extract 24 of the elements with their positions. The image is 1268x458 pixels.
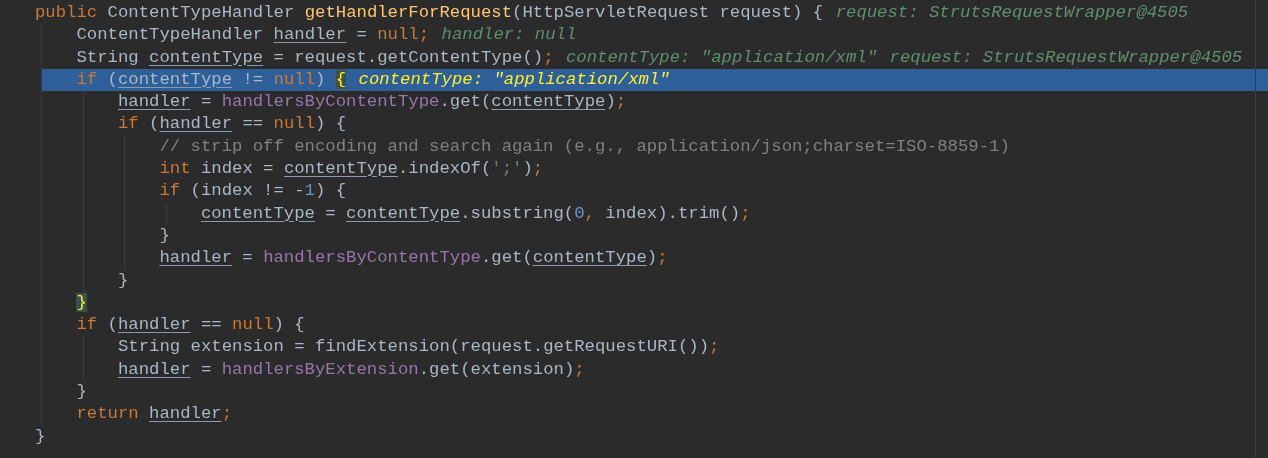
code-line: ContentTypeHandler handler = null; <box>76 24 430 47</box>
inline-value-hint: contentType: "application/xml" <box>565 46 878 69</box>
code-line: if (contentType != null) { <box>76 68 347 91</box>
inline-value-hint: request: StrutsRequestWrapper@4505 <box>889 46 1243 69</box>
code-line: public ContentTypeHandler getHandlerForRequest(HttpServletRequest request) { <box>35 2 824 24</box>
inline-value-hint: request: StrutsRequestWrapper@4505 <box>835 2 1189 24</box>
code-line: handler = handlersByContentType.get(contentType); <box>159 247 668 270</box>
code-line: } <box>35 425 46 448</box>
inline-value-hint: handler: null <box>441 24 577 47</box>
inline-value-hint: contentType: "application/xml" <box>358 68 670 91</box>
code-line: if (index != -1) { <box>159 180 347 203</box>
code-line: String extension = findExtension(request.getRequestURI()); <box>117 336 720 359</box>
code-line: } <box>76 381 87 404</box>
code-line: // strip off encoding and search again (e.g., application/json;charset=ISO-8859-1) <box>159 135 1010 158</box>
code-line: String contentType = request.getContentType(); <box>76 46 554 69</box>
code-line: if (handler == null) { <box>76 314 305 337</box>
code-line: handler = handlersByContentType.get(contentType); <box>117 91 627 114</box>
code-line: int index = contentType.indexOf(';'); <box>159 158 544 181</box>
code-line: contentType = contentType.substring(0, index).trim(); <box>200 202 751 225</box>
code-line: } <box>117 269 129 292</box>
code-line: } <box>159 224 170 247</box>
code-line: return handler; <box>76 403 233 426</box>
code-line: handler = handlersByExtension.get(extension); <box>117 358 585 381</box>
code-line: if (handler == null) { <box>117 113 347 136</box>
